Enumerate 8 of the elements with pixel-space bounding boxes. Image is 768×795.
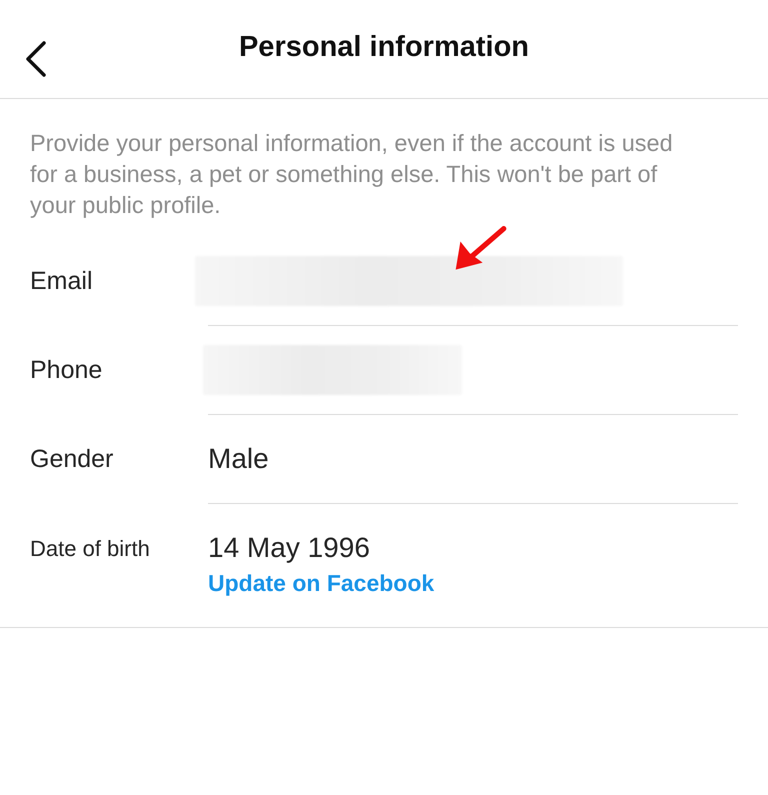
description-text: Provide your personal information, even if the account is used for a business, a pet or something else. This won't be part of your public profile. <box>30 129 674 220</box>
field-label: Gender <box>29 445 114 474</box>
page-title: Personal information <box>238 31 530 65</box>
field-label: Email <box>29 267 94 296</box>
field-label: Phone <box>29 356 104 385</box>
field-value[interactable]: 14 May 1996 <box>208 532 370 564</box>
field-value[interactable]: Male <box>208 443 269 475</box>
field-label: Date of birth <box>29 535 151 562</box>
